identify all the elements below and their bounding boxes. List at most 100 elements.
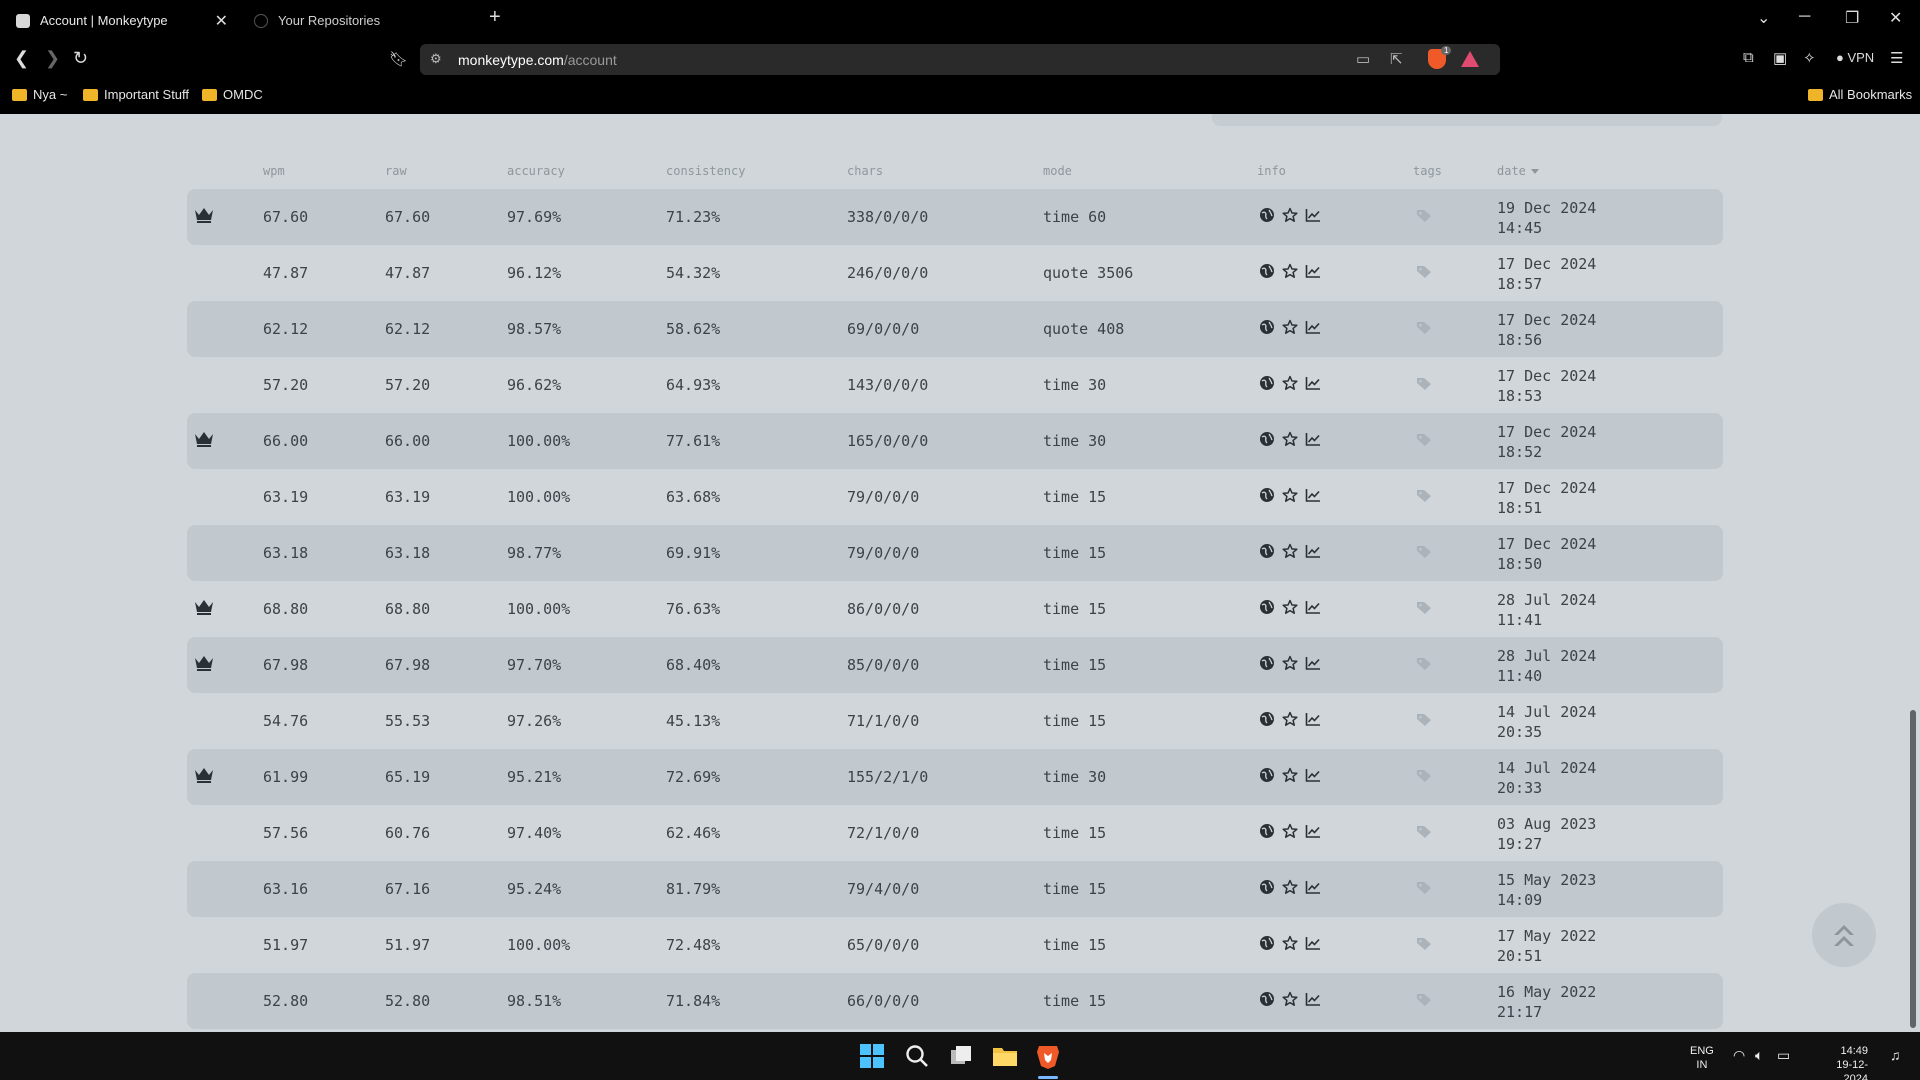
back-arrow-icon[interactable]: ❮ — [14, 48, 29, 69]
tag-icon[interactable] — [1416, 209, 1432, 223]
globe-icon[interactable] — [1259, 879, 1275, 895]
tag-icon[interactable] — [1416, 321, 1432, 335]
star-icon[interactable] — [1282, 431, 1298, 447]
close-window-icon[interactable]: ✕ — [1889, 8, 1902, 28]
bookmark-folder-important-stuff[interactable]: Important Stuff — [83, 87, 189, 102]
header-date[interactable]: date — [1497, 164, 1539, 178]
system-clock[interactable]: 14:49 19-12-2024 — [1812, 1044, 1868, 1080]
site-info-icon[interactable]: ⚙ — [430, 51, 442, 67]
star-icon[interactable] — [1282, 823, 1298, 839]
header-raw[interactable]: raw — [385, 164, 407, 178]
chart-icon[interactable] — [1305, 263, 1321, 279]
chart-icon[interactable] — [1305, 935, 1321, 951]
tab-monkeytype-account[interactable]: Account | Monkeytype ✕ — [4, 6, 240, 35]
battery-icon[interactable]: ▭ — [1777, 1047, 1790, 1064]
windows-start-icon[interactable] — [858, 1042, 886, 1070]
brave-rewards-icon[interactable] — [1461, 51, 1479, 67]
restore-window-icon[interactable]: ❐ — [1845, 8, 1859, 28]
star-icon[interactable] — [1282, 767, 1298, 783]
star-icon[interactable] — [1282, 879, 1298, 895]
address-bar[interactable]: ⚙ monkeytype.com/account ▭ ⇱ 1 — [420, 44, 1500, 75]
tag-icon[interactable] — [1416, 657, 1432, 671]
file-explorer-icon[interactable] — [991, 1042, 1019, 1070]
globe-icon[interactable] — [1259, 263, 1275, 279]
forward-arrow-icon[interactable]: ❯ — [45, 48, 60, 69]
globe-icon[interactable] — [1259, 935, 1275, 951]
chart-icon[interactable] — [1305, 655, 1321, 671]
task-view-icon[interactable] — [947, 1042, 975, 1070]
url-text[interactable]: monkeytype.com/account — [458, 52, 617, 68]
share-icon[interactable]: ⇱ — [1390, 50, 1403, 68]
globe-icon[interactable] — [1259, 207, 1275, 223]
chart-icon[interactable] — [1305, 879, 1321, 895]
header-mode[interactable]: mode — [1043, 164, 1072, 178]
header-chars[interactable]: chars — [847, 164, 883, 178]
new-tab-plus-icon[interactable]: + — [489, 6, 501, 29]
chart-icon[interactable] — [1305, 991, 1321, 1007]
tag-icon[interactable] — [1416, 545, 1432, 559]
star-icon[interactable] — [1282, 711, 1298, 727]
bookmark-folder-nya[interactable]: Nya ~ — [12, 87, 67, 102]
star-icon[interactable] — [1282, 487, 1298, 503]
cast-icon[interactable]: ▭ — [1356, 50, 1370, 68]
bookmark-folder-omdc[interactable]: OMDC — [202, 87, 263, 102]
tag-icon[interactable] — [1416, 377, 1432, 391]
header-accuracy[interactable]: accuracy — [507, 164, 565, 178]
chart-icon[interactable] — [1305, 767, 1321, 783]
chart-icon[interactable] — [1305, 375, 1321, 391]
search-icon[interactable] — [903, 1042, 931, 1070]
star-icon[interactable] — [1282, 263, 1298, 279]
star-icon[interactable] — [1282, 375, 1298, 391]
star-icon[interactable] — [1282, 207, 1298, 223]
tab-search-chevron-icon[interactable]: ⌄ — [1757, 8, 1770, 28]
page-scrollbar-thumb[interactable] — [1910, 710, 1916, 1028]
language-indicator[interactable]: ENG IN — [1690, 1044, 1714, 1072]
tab-close-icon[interactable]: ✕ — [215, 11, 228, 31]
star-icon[interactable] — [1282, 599, 1298, 615]
chart-icon[interactable] — [1305, 823, 1321, 839]
leo-ai-icon[interactable]: ✧ — [1803, 49, 1816, 67]
chart-icon[interactable] — [1305, 487, 1321, 503]
menu-icon[interactable]: ☰ — [1890, 49, 1903, 67]
chart-icon[interactable] — [1305, 711, 1321, 727]
all-bookmarks-button[interactable]: All Bookmarks — [1808, 87, 1912, 102]
tag-icon[interactable] — [1416, 489, 1432, 503]
brave-browser-icon[interactable] — [1034, 1042, 1062, 1070]
star-icon[interactable] — [1282, 655, 1298, 671]
tag-icon[interactable] — [1416, 993, 1432, 1007]
star-icon[interactable] — [1282, 991, 1298, 1007]
wifi-icon[interactable]: ◠ — [1733, 1047, 1745, 1064]
tag-icon[interactable] — [1416, 881, 1432, 895]
volume-icon[interactable]: 🔈︎ — [1755, 1047, 1763, 1064]
star-icon[interactable] — [1282, 543, 1298, 559]
header-consistency[interactable]: consistency — [666, 164, 745, 178]
vpn-button[interactable]: ● VPN — [1836, 50, 1874, 65]
globe-icon[interactable] — [1259, 431, 1275, 447]
star-icon[interactable] — [1282, 935, 1298, 951]
globe-icon[interactable] — [1259, 711, 1275, 727]
tag-icon[interactable] — [1416, 433, 1432, 447]
tab-your-repositories[interactable]: Your Repositories — [254, 6, 484, 35]
tag-icon[interactable] — [1416, 713, 1432, 727]
notifications-bell-icon[interactable]: ♫ — [1890, 1047, 1901, 1063]
header-wpm[interactable]: wpm — [263, 164, 285, 178]
globe-icon[interactable] — [1259, 487, 1275, 503]
tag-icon[interactable] — [1416, 937, 1432, 951]
globe-icon[interactable] — [1259, 655, 1275, 671]
globe-icon[interactable] — [1259, 767, 1275, 783]
chart-icon[interactable] — [1305, 207, 1321, 223]
tag-icon[interactable] — [1416, 769, 1432, 783]
wallet-icon[interactable]: ▣ — [1773, 49, 1787, 67]
globe-icon[interactable] — [1259, 375, 1275, 391]
globe-icon[interactable] — [1259, 319, 1275, 335]
minimize-window-icon[interactable]: ─ — [1799, 8, 1810, 26]
star-icon[interactable] — [1282, 319, 1298, 335]
reload-icon[interactable]: ↻ — [73, 48, 88, 69]
globe-icon[interactable] — [1259, 823, 1275, 839]
chart-icon[interactable] — [1305, 599, 1321, 615]
globe-icon[interactable] — [1259, 543, 1275, 559]
globe-icon[interactable] — [1259, 991, 1275, 1007]
tag-icon[interactable] — [1416, 825, 1432, 839]
chart-icon[interactable] — [1305, 543, 1321, 559]
chart-icon[interactable] — [1305, 431, 1321, 447]
